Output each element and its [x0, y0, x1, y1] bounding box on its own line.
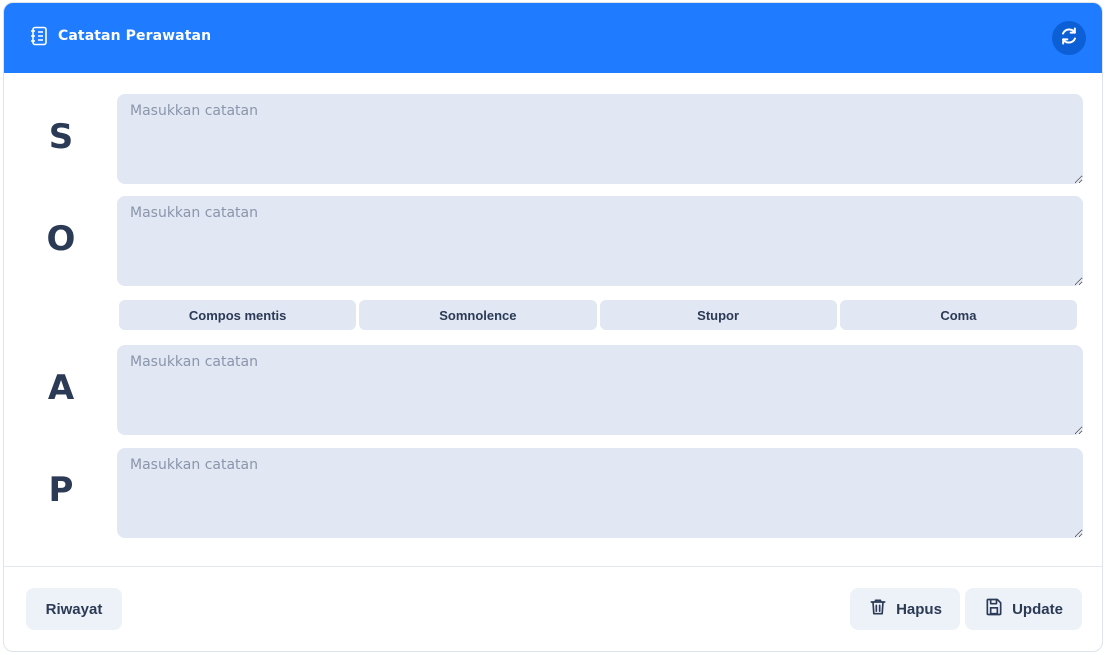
delete-button[interactable]: Hapus — [850, 588, 960, 630]
consciousness-compos-mentis-button[interactable]: Compos mentis — [119, 300, 357, 330]
history-button-label: Riwayat — [45, 600, 103, 618]
soap-letter-s: S — [48, 117, 74, 157]
trash-icon — [868, 597, 888, 621]
notebook-icon — [30, 26, 48, 46]
soap-letter-o: O — [46, 219, 76, 259]
update-button-label: Update — [1012, 600, 1063, 618]
consciousness-coma-button[interactable]: Coma — [839, 300, 1077, 330]
consciousness-somnolence-button[interactable]: Somnolence — [359, 300, 597, 330]
delete-button-label: Hapus — [896, 600, 942, 618]
plan-note-input[interactable] — [117, 448, 1083, 538]
assessment-note-input[interactable] — [117, 345, 1083, 435]
care-notes-card: Catatan Perawatan S O Compos mentis Somn… — [3, 2, 1103, 652]
consciousness-stupor-button[interactable]: Stupor — [599, 300, 837, 330]
update-button[interactable]: Update — [965, 588, 1082, 630]
consciousness-level-group: Compos mentis Somnolence Stupor Coma — [119, 300, 1077, 330]
objective-note-input[interactable] — [117, 196, 1083, 286]
page-title: Catatan Perawatan — [58, 28, 212, 44]
soap-letter-p: P — [48, 470, 74, 510]
refresh-icon — [1059, 26, 1079, 50]
footer-divider — [4, 566, 1102, 567]
refresh-button[interactable] — [1052, 21, 1086, 55]
history-button[interactable]: Riwayat — [26, 588, 122, 630]
soap-letter-a: A — [47, 368, 75, 408]
subjective-note-input[interactable] — [117, 94, 1083, 184]
card-header: Catatan Perawatan — [4, 3, 1102, 73]
save-icon — [984, 597, 1004, 621]
